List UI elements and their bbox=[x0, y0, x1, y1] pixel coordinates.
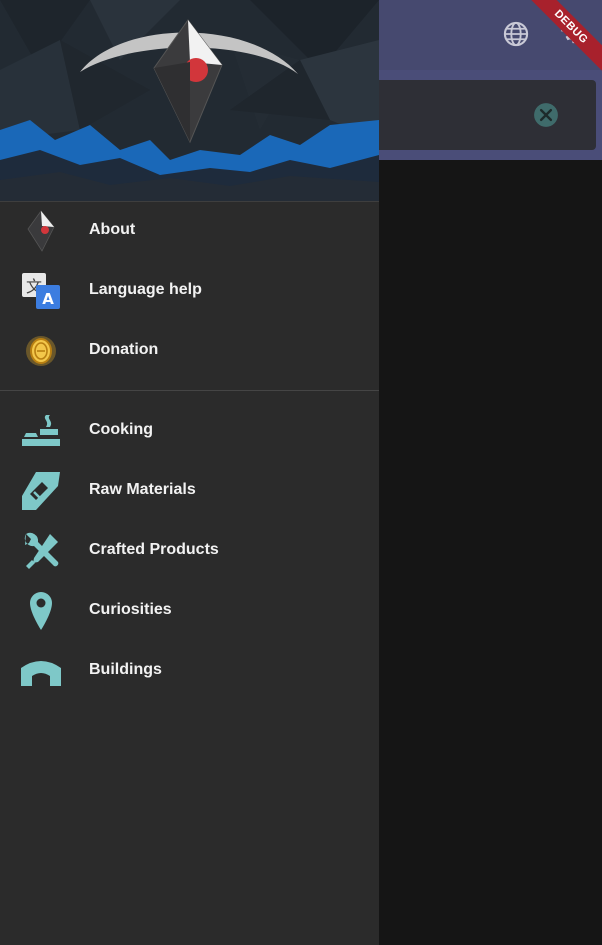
debug-banner: DEBUG bbox=[522, 0, 602, 80]
header-artwork bbox=[0, 0, 379, 201]
location-pin-icon bbox=[18, 588, 64, 634]
menu-item-label: Cooking bbox=[89, 421, 153, 438]
search-clear-button[interactable] bbox=[532, 101, 560, 129]
menu-item-label: Language help bbox=[89, 281, 202, 298]
menu-item-label: Curiosities bbox=[89, 601, 172, 618]
menu-item-label: About bbox=[89, 221, 136, 238]
debug-label: DEBUG bbox=[522, 0, 602, 80]
category-menu: Cooking Raw Materials Crafted Products C… bbox=[0, 400, 379, 700]
menu-item-language-help[interactable]: 文 A Language help bbox=[0, 260, 379, 320]
translate-icon: 文 A bbox=[18, 268, 64, 314]
menu-item-curiosities[interactable]: Curiosities bbox=[0, 580, 379, 640]
menu-item-label: Raw Materials bbox=[89, 481, 196, 498]
building-icon bbox=[18, 648, 64, 694]
tools-icon bbox=[18, 528, 64, 574]
cooking-icon bbox=[18, 408, 64, 454]
menu-item-raw-materials[interactable]: Raw Materials bbox=[0, 460, 379, 520]
drawer-header bbox=[0, 0, 379, 201]
svg-text:A: A bbox=[42, 290, 54, 308]
menu-item-buildings[interactable]: Buildings bbox=[0, 640, 379, 700]
raw-materials-icon bbox=[18, 468, 64, 514]
menu-item-label: Crafted Products bbox=[89, 541, 219, 558]
menu-item-label: Buildings bbox=[89, 661, 162, 678]
menu-item-crafted-products[interactable]: Crafted Products bbox=[0, 520, 379, 580]
menu-item-donation[interactable]: Donation bbox=[0, 320, 379, 380]
menu-item-label: Donation bbox=[89, 341, 159, 358]
coin-icon bbox=[18, 328, 64, 374]
menu-item-cooking[interactable]: Cooking bbox=[0, 400, 379, 460]
section-divider bbox=[0, 390, 379, 391]
navigation-drawer: About 文 A Language help Donation Cooking… bbox=[0, 0, 379, 945]
search-bar[interactable] bbox=[360, 80, 596, 150]
primary-menu: About 文 A Language help Donation bbox=[0, 200, 379, 380]
clear-icon bbox=[534, 103, 558, 127]
menu-item-about[interactable]: About bbox=[0, 200, 379, 260]
app-logo-icon bbox=[18, 208, 64, 254]
